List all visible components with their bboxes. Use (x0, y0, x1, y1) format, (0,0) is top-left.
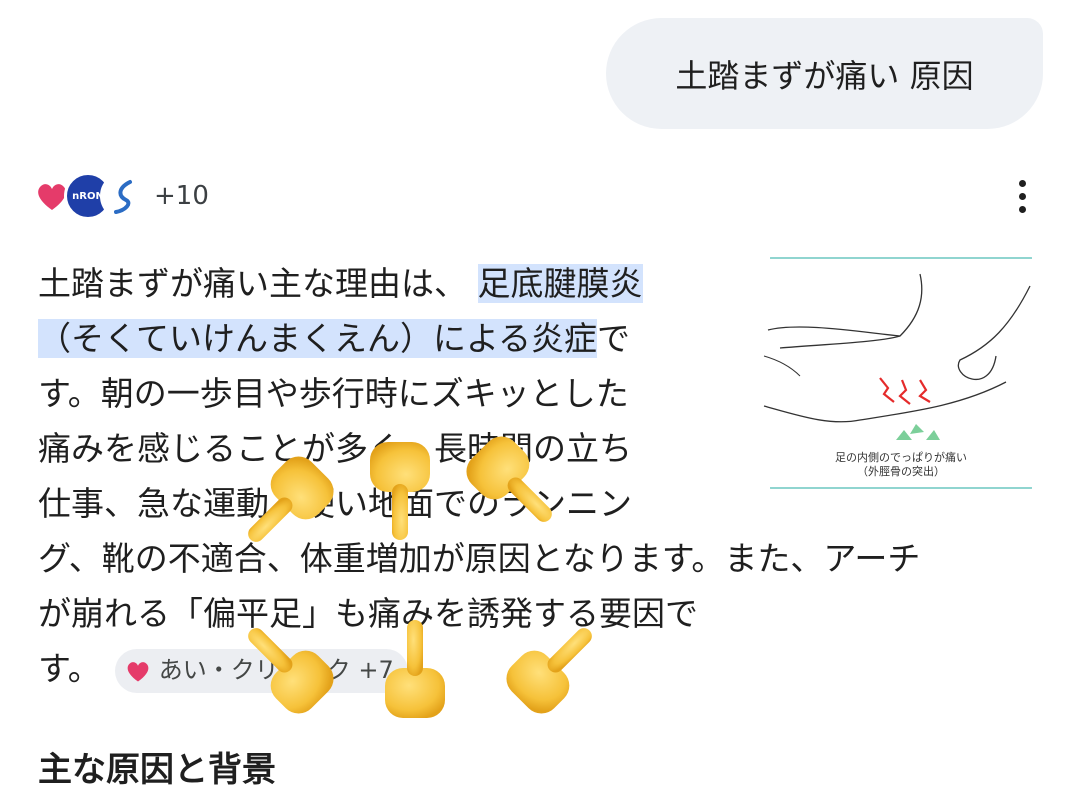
source-count: +10 (154, 181, 209, 211)
highlighted-term-link-2[interactable]: （そくていけんまくえん）による炎症 (38, 319, 598, 358)
answer-line3: す。朝の一歩目や歩行時にズキッとした (38, 374, 629, 413)
source-chip[interactable]: あい・クリニック +7 (114, 648, 408, 693)
user-query-bubble[interactable]: 土踏まずが痛い 原因 (606, 18, 1043, 129)
spine-logo-icon (100, 172, 148, 220)
user-query-text: 土踏まずが痛い 原因 (675, 56, 974, 95)
answer-line8: す。 (38, 649, 101, 688)
thumbnail-caption-2: （外脛骨の突出） (857, 465, 945, 478)
source-chip-label: あい・クリニック +7 (158, 656, 394, 684)
section-heading: 主な原因と背景 (38, 750, 276, 790)
source-icons[interactable]: nRON +10 (28, 170, 209, 222)
answer-line2-text: で (597, 319, 631, 358)
heart-chip-icon (127, 661, 149, 681)
answer-line1-text: 土踏まずが痛い主な理由は、 (38, 264, 467, 303)
foot-illustration-thumbnail[interactable]: 足の内側のでっぱりが痛い （外脛骨の突出） (760, 256, 1042, 490)
answer-line7: が崩れる「偏平足」も痛みを誘発する要因で (38, 594, 698, 633)
answer-line5: 仕事、急な運動、硬い地面でのランニン (38, 484, 632, 523)
highlighted-term-link[interactable]: 足底腱膜炎 (477, 264, 643, 303)
ai-answer-text: 土踏まずが痛い主な理由は、 足底腱膜炎 （そくていけんまくえん）による炎症で す… (38, 256, 920, 696)
answer-line4: 痛みを感じることが多く、長時間の立ち (38, 429, 632, 468)
answer-line6: グ、靴の不適合、体重増加が原因となります。また、アーチ (38, 539, 921, 578)
more-vert-icon (1018, 179, 1026, 187)
more-options-button[interactable] (1004, 176, 1040, 216)
